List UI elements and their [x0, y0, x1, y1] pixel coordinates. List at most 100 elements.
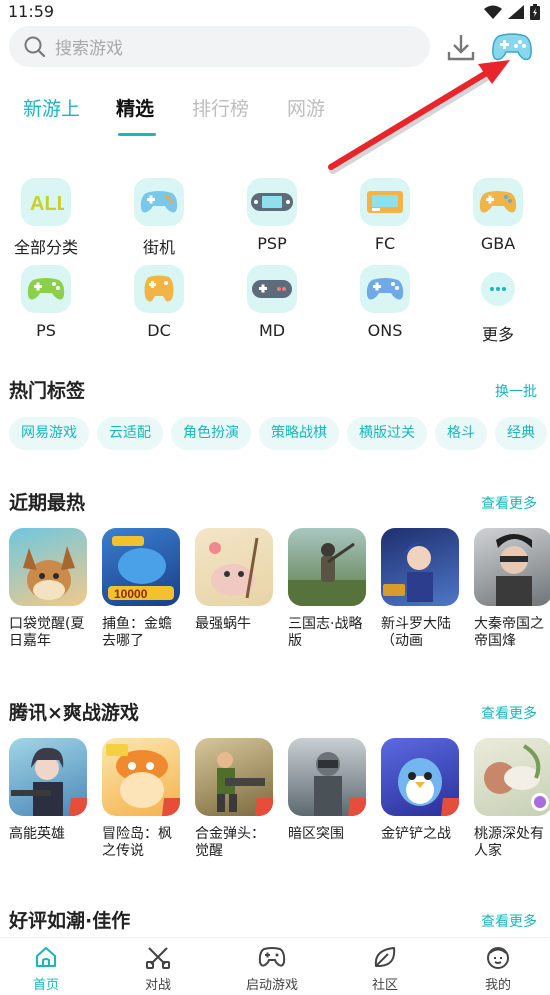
game-card[interactable]: 暗区突围: [288, 738, 368, 860]
game-card[interactable]: 高能英雄: [9, 738, 89, 860]
tag-chip[interactable]: 策略战棋: [259, 417, 339, 450]
category-label: GBA: [480, 234, 516, 253]
category-psp[interactable]: PSP: [227, 178, 317, 258]
search-input[interactable]: 搜索游戏: [9, 26, 430, 67]
refresh-tags-button[interactable]: 换一批: [495, 381, 537, 401]
category-label: ONS: [367, 321, 403, 340]
category-ps[interactable]: PS: [1, 265, 91, 345]
tencent-more-link[interactable]: 查看更多: [481, 703, 537, 723]
game-card[interactable]: 新斗罗大陆（动画: [381, 528, 461, 650]
battery-icon: [530, 4, 540, 20]
category-label: 街机: [142, 238, 175, 257]
svg-text:10000: 10000: [114, 587, 148, 601]
signal-icon: [508, 5, 524, 19]
game-card[interactable]: 10000 捕鱼：金蟾去哪了: [102, 528, 182, 650]
game-card[interactable]: 桃源深处有人家: [474, 738, 550, 860]
wifi-icon: [484, 5, 502, 19]
game-cover: [288, 528, 366, 606]
profile-face-icon: [487, 947, 509, 969]
nav-label: 首页: [32, 978, 59, 993]
nav-label: 启动游戏: [245, 978, 298, 993]
all-categories-icon: ALL: [21, 178, 71, 226]
tag-chip[interactable]: 角色扮演: [171, 417, 251, 450]
game-card[interactable]: 三国志·战略版: [288, 528, 368, 650]
top-tabs: 新游上 精选 排行榜 网游: [0, 88, 550, 138]
category-label: PSP: [257, 234, 287, 253]
nav-profile[interactable]: 我的: [453, 944, 543, 993]
gamepad-icon: [134, 265, 184, 313]
game-cover: [474, 738, 550, 816]
category-md[interactable]: MD: [227, 265, 317, 345]
game-cover: [381, 738, 459, 816]
good-reviews-more-link[interactable]: 查看更多: [481, 911, 537, 931]
game-cover: [474, 528, 550, 606]
svg-text:ALL: ALL: [30, 193, 64, 214]
game-cover: [195, 528, 273, 606]
handheld-icon: [247, 178, 297, 226]
console-icon: [360, 178, 410, 226]
recent-hot-title: 近期最热: [9, 492, 86, 514]
game-name: 大秦帝国之帝国烽: [474, 616, 544, 649]
nav-label: 对战: [144, 978, 171, 993]
category-arcade[interactable]: 街机: [114, 178, 204, 258]
leaf-icon: [374, 947, 396, 967]
game-card[interactable]: 最强蜗牛: [195, 528, 275, 650]
status-bar: 11:59: [0, 0, 550, 24]
game-card[interactable]: 冒险岛：枫之传说: [102, 738, 182, 860]
tab-online-games[interactable]: 网游: [287, 94, 325, 121]
game-card[interactable]: 大秦帝国之帝国烽: [474, 528, 550, 650]
game-cover: [102, 738, 180, 816]
game-name: 最强蜗牛: [195, 616, 251, 632]
gamepad-icon: [360, 265, 410, 313]
tag-chip[interactable]: 格斗: [435, 417, 487, 450]
tab-rankings[interactable]: 排行榜: [192, 94, 249, 121]
good-reviews-title: 好评如潮·佳作: [9, 910, 131, 932]
tencent-section-title: 腾讯×爽战游戏: [9, 702, 139, 724]
game-name: 新斗罗大陆（动画: [381, 616, 451, 649]
category-dc[interactable]: DC: [114, 265, 204, 345]
game-card[interactable]: 合金弹头：觉醒: [195, 738, 275, 860]
game-card[interactable]: 口袋觉醒(夏日嘉年: [9, 528, 89, 650]
category-fc[interactable]: FC: [340, 178, 430, 258]
game-name: 高能英雄: [9, 826, 65, 842]
category-label: PS: [36, 321, 56, 340]
game-name: 金铲铲之战: [381, 826, 451, 842]
versus-icon: [146, 947, 170, 969]
search-placeholder: 搜索游戏: [55, 39, 123, 59]
game-card[interactable]: 金铲铲之战: [381, 738, 461, 860]
game-controller-button[interactable]: [491, 30, 533, 64]
tag-chip[interactable]: 横版过关: [347, 417, 427, 450]
category-more[interactable]: 更多: [453, 265, 543, 345]
category-label: FC: [374, 234, 396, 253]
category-label: MD: [258, 321, 286, 340]
tag-chip[interactable]: 云适配: [97, 417, 163, 450]
nav-versus[interactable]: 对战: [113, 944, 203, 993]
home-icon: [36, 947, 56, 967]
category-all[interactable]: ALL 全部分类: [1, 178, 91, 258]
game-cover: [9, 738, 87, 816]
game-name: 三国志·战略版: [288, 616, 363, 649]
category-ons[interactable]: ONS: [340, 265, 430, 345]
category-gba[interactable]: GBA: [453, 178, 543, 258]
more-icon: [473, 265, 523, 313]
gamepad-icon: [247, 265, 297, 313]
nav-home[interactable]: 首页: [1, 944, 91, 993]
bottom-nav: 首页 对战 启动游戏 社区 我的: [0, 937, 550, 995]
game-cover: [288, 738, 366, 816]
game-name: 暗区突围: [288, 826, 344, 842]
nav-label: 我的: [484, 978, 511, 993]
nav-community[interactable]: 社区: [340, 944, 430, 993]
status-time: 11:59: [8, 2, 55, 21]
game-cover: [195, 738, 273, 816]
category-label: DC: [147, 321, 171, 340]
nav-launch-game[interactable]: 启动游戏: [227, 944, 317, 993]
tab-new-games[interactable]: 新游上: [23, 94, 80, 121]
game-cover: [381, 528, 459, 606]
status-icons: [484, 4, 540, 20]
tab-featured[interactable]: 精选: [116, 94, 154, 121]
recent-hot-more-link[interactable]: 查看更多: [481, 493, 537, 513]
download-button[interactable]: [444, 30, 478, 64]
tag-chip[interactable]: 网易游戏: [9, 417, 89, 450]
tag-chip[interactable]: 经典: [495, 417, 547, 450]
gamepad-icon: [134, 178, 184, 226]
